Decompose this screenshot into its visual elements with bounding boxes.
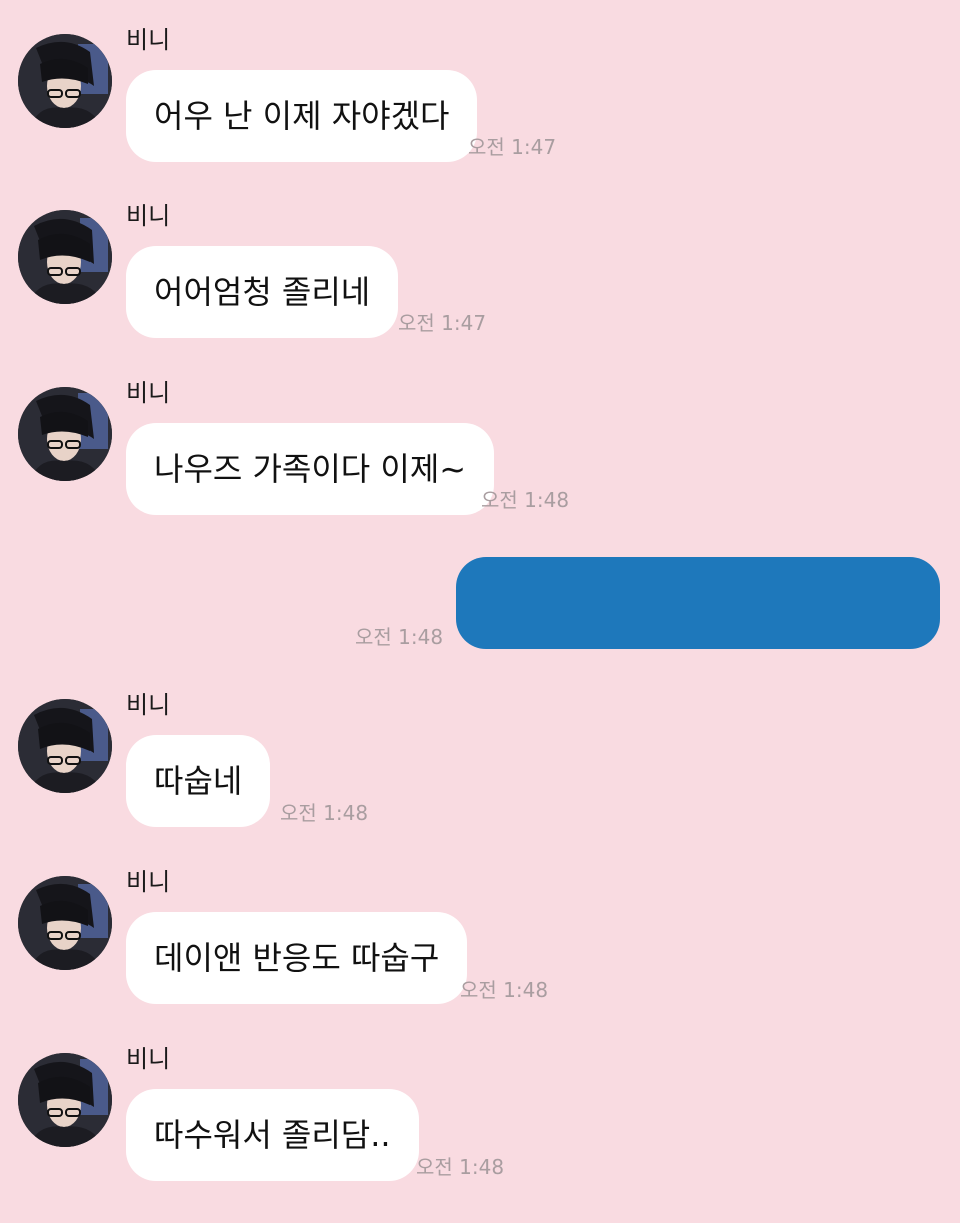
sender-name: 비니 (126, 26, 171, 54)
message-text: 따수워서 졸리담.. (154, 1116, 391, 1154)
message-bubble[interactable]: 어우 난 이제 자야겠다 (126, 70, 478, 162)
avatar[interactable] (18, 876, 112, 970)
message-text: 어우 난 이제 자야겠다 (154, 97, 450, 135)
message-incoming: 비니 어어엄청 졸리네 오전 1:47 (0, 202, 960, 380)
message-timestamp: 오전 1:48 (355, 625, 444, 649)
message-incoming: 비니 따수워서 졸리담.. 오전 1:48 (0, 1045, 960, 1223)
message-bubble[interactable]: 데이앤 반응도 따숩구 (126, 912, 468, 1004)
message-bubble[interactable]: 따수워서 졸리담.. (126, 1089, 419, 1181)
message-timestamp: 오전 1:47 (468, 135, 557, 159)
sender-name: 비니 (126, 691, 171, 719)
sender-name: 비니 (126, 379, 171, 407)
message-timestamp: 오전 1:48 (481, 488, 570, 512)
sender-name: 비니 (126, 1045, 171, 1073)
sender-name: 비니 (126, 202, 171, 230)
message-incoming: 비니 데이앤 반응도 따숩구 오전 1:48 (0, 868, 960, 1046)
avatar[interactable] (18, 210, 112, 304)
message-text: 나우즈 가족이다 이제~ (154, 450, 467, 488)
message-text: 데이앤 반응도 따숩구 (154, 939, 440, 977)
message-incoming: 비니 어우 난 이제 자야겠다 오전 1:47 (0, 26, 960, 204)
message-bubble[interactable]: 나우즈 가족이다 이제~ (126, 423, 495, 515)
message-bubble[interactable]: 따숩네 (126, 735, 271, 827)
message-bubble-outgoing[interactable] (456, 557, 940, 649)
chat-log: 비니 어우 난 이제 자야겠다 오전 1:47 비니 어어엄청 졸리네 오전 1… (0, 0, 960, 1200)
message-timestamp: 오전 1:48 (460, 978, 549, 1002)
message-bubble[interactable]: 어어엄청 졸리네 (126, 246, 399, 338)
message-incoming: 비니 나우즈 가족이다 이제~ 오전 1:48 (0, 379, 960, 557)
message-timestamp: 오전 1:48 (280, 801, 369, 825)
message-timestamp: 오전 1:47 (398, 311, 487, 335)
message-outgoing: 오전 1:48 (0, 557, 960, 657)
message-text: 어어엄청 졸리네 (154, 273, 371, 311)
sender-name: 비니 (126, 868, 171, 896)
avatar[interactable] (18, 1053, 112, 1147)
message-text: 따숩네 (154, 762, 243, 800)
avatar[interactable] (18, 34, 112, 128)
avatar[interactable] (18, 387, 112, 481)
message-incoming: 비니 따숩네 오전 1:48 (0, 691, 960, 869)
message-timestamp: 오전 1:48 (416, 1155, 505, 1179)
avatar[interactable] (18, 699, 112, 793)
